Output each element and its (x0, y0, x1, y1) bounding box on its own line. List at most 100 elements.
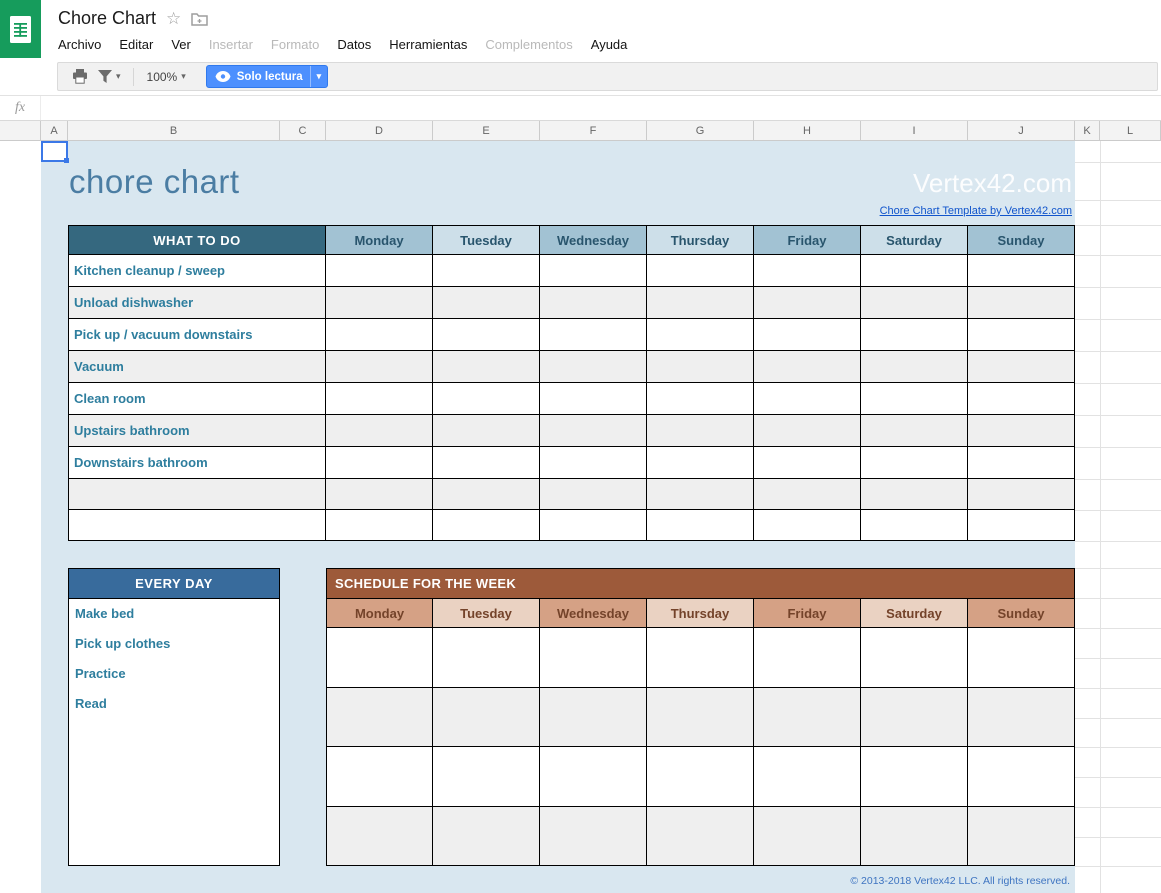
chore-day-cell[interactable] (540, 510, 647, 541)
schedule-day-cell[interactable] (433, 747, 540, 807)
chore-day-cell[interactable] (968, 415, 1075, 447)
column-header-e[interactable]: E (433, 121, 540, 141)
schedule-day-cell[interactable] (326, 747, 433, 807)
chore-day-cell[interactable] (968, 319, 1075, 351)
template-link[interactable]: Chore Chart Template by Vertex42.com (880, 205, 1072, 217)
schedule-day-header-monday[interactable]: Monday (326, 598, 433, 628)
schedule-day-cell[interactable] (754, 628, 861, 688)
chore-day-cell[interactable] (647, 415, 754, 447)
chore-task-cell[interactable]: Kitchen cleanup / sweep (68, 255, 326, 287)
chore-task-cell[interactable]: Vacuum (68, 351, 326, 383)
schedule-day-cell[interactable] (433, 628, 540, 688)
column-header-a[interactable]: A (41, 121, 68, 141)
chore-day-cell[interactable] (754, 479, 861, 510)
chore-day-cell[interactable] (647, 383, 754, 415)
chore-day-cell[interactable] (754, 415, 861, 447)
chore-day-cell[interactable] (433, 351, 540, 383)
chore-day-cell[interactable] (326, 510, 433, 541)
chore-day-cell[interactable] (754, 287, 861, 319)
chore-day-cell[interactable] (647, 351, 754, 383)
chore-day-cell[interactable] (540, 319, 647, 351)
chore-day-cell[interactable] (433, 479, 540, 510)
chore-day-cell[interactable] (861, 447, 968, 479)
day-header-friday[interactable]: Friday (754, 225, 861, 255)
day-header-tuesday[interactable]: Tuesday (433, 225, 540, 255)
chore-day-cell[interactable] (326, 287, 433, 319)
column-header-i[interactable]: I (861, 121, 968, 141)
schedule-day-cell[interactable] (540, 688, 647, 747)
formula-input[interactable] (41, 96, 1161, 120)
zoom-select[interactable]: 100% ▾ (141, 70, 192, 84)
schedule-day-cell[interactable] (540, 747, 647, 807)
schedule-day-cell[interactable] (861, 628, 968, 688)
star-icon[interactable]: ☆ (166, 10, 181, 27)
chore-day-cell[interactable] (540, 415, 647, 447)
schedule-day-cell[interactable] (861, 747, 968, 807)
day-header-monday[interactable]: Monday (326, 225, 433, 255)
schedule-day-cell[interactable] (968, 747, 1075, 807)
chore-day-cell[interactable] (968, 447, 1075, 479)
chore-day-cell[interactable] (433, 510, 540, 541)
schedule-day-cell[interactable] (861, 688, 968, 747)
chore-day-cell[interactable] (433, 415, 540, 447)
schedule-day-cell[interactable] (647, 628, 754, 688)
every-day-header[interactable]: EVERY DAY (68, 568, 280, 598)
day-header-sunday[interactable]: Sunday (968, 225, 1075, 255)
everyday-task[interactable]: Pick up clothes (69, 629, 279, 659)
chore-day-cell[interactable] (754, 510, 861, 541)
schedule-day-cell[interactable] (968, 688, 1075, 747)
column-header-b[interactable]: B (68, 121, 280, 141)
schedule-day-cell[interactable] (540, 807, 647, 866)
chore-day-cell[interactable] (754, 255, 861, 287)
chore-day-cell[interactable] (326, 479, 433, 510)
sheet-canvas[interactable]: chore chart Vertex42.com Chore Chart Tem… (0, 141, 1161, 893)
chore-day-cell[interactable] (326, 351, 433, 383)
chore-day-cell[interactable] (540, 255, 647, 287)
column-header-g[interactable]: G (647, 121, 754, 141)
schedule-day-cell[interactable] (433, 807, 540, 866)
menu-herramientas[interactable]: Herramientas (380, 35, 476, 54)
chore-day-cell[interactable] (861, 255, 968, 287)
schedule-day-cell[interactable] (754, 807, 861, 866)
chore-task-cell[interactable]: Downstairs bathroom (68, 447, 326, 479)
chore-task-cell[interactable] (68, 479, 326, 510)
sheets-logo-icon[interactable] (0, 0, 41, 58)
document-title[interactable]: Chore Chart (58, 8, 156, 29)
chore-day-cell[interactable] (326, 255, 433, 287)
column-header-d[interactable]: D (326, 121, 433, 141)
column-header-c[interactable]: C (280, 121, 326, 141)
menu-datos[interactable]: Datos (328, 35, 380, 54)
readonly-menu-caret[interactable]: ▾ (310, 66, 328, 87)
day-header-wednesday[interactable]: Wednesday (540, 225, 647, 255)
chore-day-cell[interactable] (968, 287, 1075, 319)
chore-day-cell[interactable] (540, 383, 647, 415)
chore-day-cell[interactable] (433, 383, 540, 415)
schedule-day-cell[interactable] (326, 807, 433, 866)
chore-day-cell[interactable] (647, 255, 754, 287)
chore-day-cell[interactable] (861, 383, 968, 415)
chore-day-cell[interactable] (540, 287, 647, 319)
chore-task-cell[interactable]: Clean room (68, 383, 326, 415)
chore-day-cell[interactable] (326, 415, 433, 447)
chore-day-cell[interactable] (647, 447, 754, 479)
chore-day-cell[interactable] (861, 287, 968, 319)
schedule-day-cell[interactable] (861, 807, 968, 866)
chore-day-cell[interactable] (647, 479, 754, 510)
schedule-header[interactable]: SCHEDULE FOR THE WEEK (326, 568, 1075, 598)
schedule-day-cell[interactable] (754, 688, 861, 747)
schedule-day-cell[interactable] (326, 628, 433, 688)
menu-archivo[interactable]: Archivo (49, 35, 110, 54)
chore-day-cell[interactable] (754, 351, 861, 383)
chore-day-cell[interactable] (861, 479, 968, 510)
column-header-h[interactable]: H (754, 121, 861, 141)
print-button[interactable] (67, 65, 93, 88)
column-header-j[interactable]: J (968, 121, 1075, 141)
move-to-folder-icon[interactable] (191, 12, 208, 26)
schedule-day-header-thursday[interactable]: Thursday (647, 598, 754, 628)
readonly-button[interactable]: Solo lectura ▾ (206, 65, 328, 88)
filter-views-button[interactable]: ▾ (93, 66, 126, 87)
schedule-day-cell[interactable] (540, 628, 647, 688)
chore-day-cell[interactable] (861, 415, 968, 447)
menu-editar[interactable]: Editar (110, 35, 162, 54)
menu-ayuda[interactable]: Ayuda (582, 35, 637, 54)
